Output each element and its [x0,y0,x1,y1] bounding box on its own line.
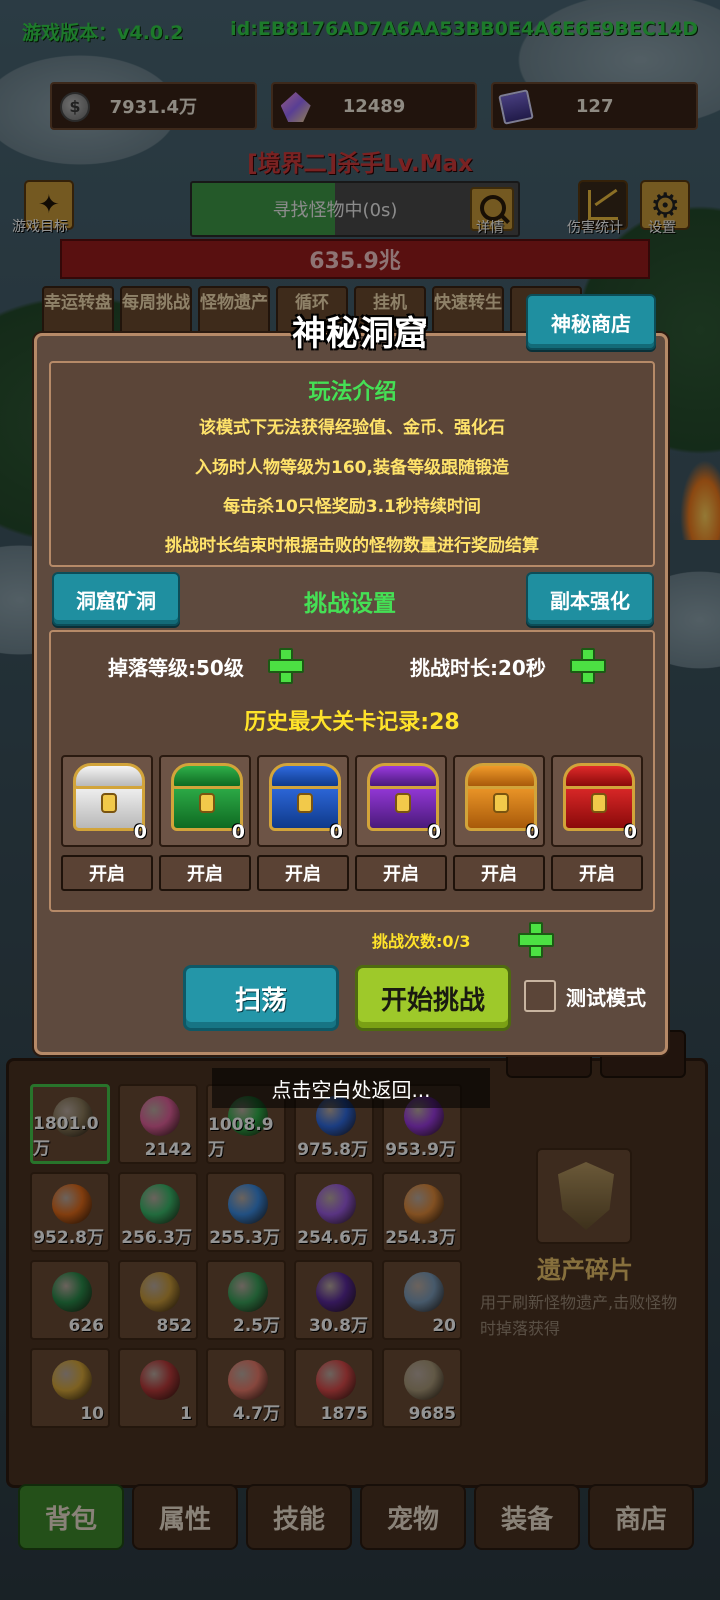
dungeon-enhance-button[interactable]: 副本强化 [526,572,654,626]
test-mode-label: 测试模式 [566,986,646,1010]
lock-icon [101,793,117,813]
chest-lid [73,763,145,789]
start-challenge-button[interactable]: 开始挑战 [355,965,511,1031]
lock-icon [199,793,215,813]
intro-title: 玩法介绍 [308,380,397,405]
drop-level-plus-icon[interactable] [268,648,304,684]
chest-count: 0 [427,821,441,843]
test-mode-checkbox[interactable] [524,980,556,1012]
chest-lid [269,763,341,789]
chest-count: 0 [623,821,637,843]
open-chest-button[interactable]: 开启 [551,855,643,891]
lock-icon [591,793,607,813]
intro-line: 该模式下无法获得经验值、金币、强化石 [199,418,505,438]
chest-count: 0 [133,821,147,843]
chest-slot-white: 0 [61,755,153,847]
chest-count: 0 [329,821,343,843]
lock-icon [493,793,509,813]
record-label: 历史最大关卡记录:28 [244,710,460,735]
sweep-button[interactable]: 扫荡 [183,965,339,1031]
chest-lid [171,763,243,789]
drop-level-label: 掉落等级:50级 [108,656,244,680]
chest-slot-orange: 0 [453,755,545,847]
intro-line: 入场时人物等级为160,装备等级跟随锻造 [195,458,509,478]
open-chest-button[interactable]: 开启 [453,855,545,891]
challenge-duration-label: 挑战时长:20秒 [410,656,546,680]
chest-count: 0 [231,821,245,843]
open-chest-button[interactable]: 开启 [355,855,447,891]
chest-lid [465,763,537,789]
challenge-settings-title: 挑战设置 [304,591,396,617]
chest-slot-purple: 0 [355,755,447,847]
back-hint: 点击空白处返回... [212,1068,490,1108]
chest-lid [367,763,439,789]
chest-lid [563,763,635,789]
intro-line: 每击杀10只怪奖励3.1秒持续时间 [223,497,481,517]
chest-slot-green: 0 [159,755,251,847]
chest-slot-blue: 0 [257,755,349,847]
attempts-label: 挑战次数:0/3 [372,932,471,951]
intro-line: 挑战时长结束时根据击败的怪物数量进行奖励结算 [165,536,539,556]
open-chest-button[interactable]: 开启 [257,855,349,891]
cave-mine-button[interactable]: 洞窟矿洞 [52,572,180,626]
attempts-plus-icon[interactable] [518,922,554,958]
chest-slot-red: 0 [551,755,643,847]
mysterious-shop-button[interactable]: 神秘商店 [526,294,656,350]
challenge-duration-plus-icon[interactable] [570,648,606,684]
lock-icon [297,793,313,813]
lock-icon [395,793,411,813]
open-chest-button[interactable]: 开启 [61,855,153,891]
open-chest-button[interactable]: 开启 [159,855,251,891]
chest-count: 0 [525,821,539,843]
